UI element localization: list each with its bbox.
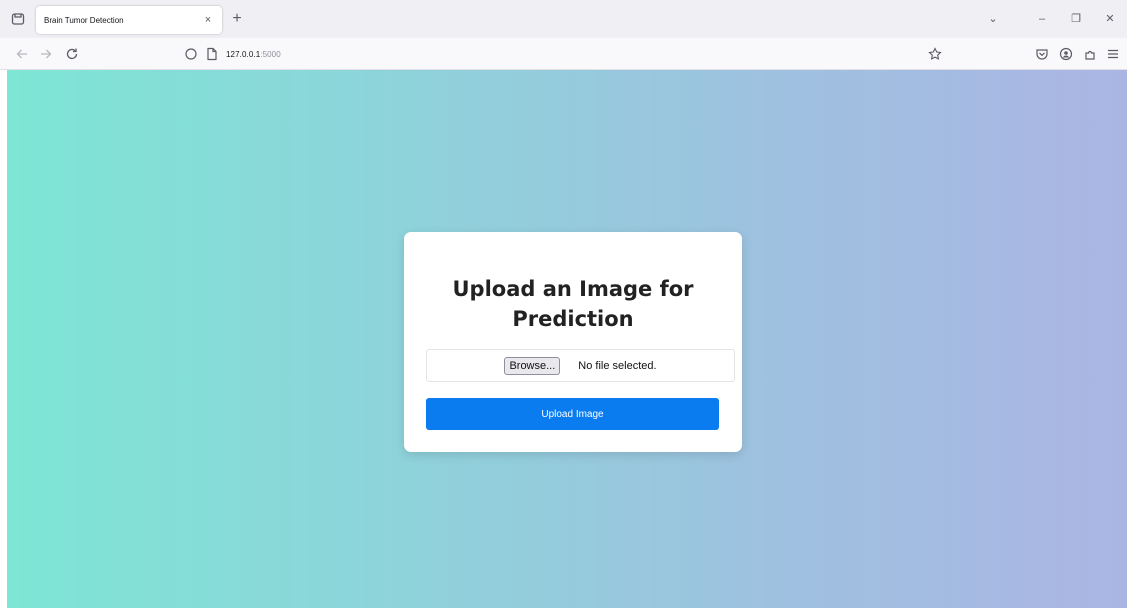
- list-all-tabs-icon[interactable]: ⌄: [985, 11, 1001, 27]
- url-text[interactable]: 127.0.0.1:5000: [226, 50, 281, 59]
- page-viewport: Upload an Image for Prediction Browse...…: [7, 70, 1127, 608]
- extensions-icon[interactable]: [1082, 46, 1098, 62]
- hamburger-menu-icon[interactable]: [1105, 46, 1121, 62]
- file-status-text: No file selected.: [578, 359, 657, 372]
- navigation-toolbar: 127.0.0.1:5000: [0, 38, 1127, 70]
- account-icon[interactable]: [1058, 46, 1074, 62]
- upload-image-button[interactable]: Upload Image: [426, 398, 719, 430]
- restore-icon[interactable]: ❐: [1068, 11, 1084, 27]
- page-title: Upload an Image for Prediction: [452, 277, 694, 331]
- shield-icon[interactable]: [184, 47, 198, 61]
- browse-button[interactable]: Browse...: [504, 356, 561, 375]
- browser-chrome: Brain Tumor Detection × + ⌄ – ❐ ✕ 127.0.…: [0, 0, 1127, 70]
- tab-strip: Brain Tumor Detection × + ⌄ – ❐ ✕: [0, 0, 1127, 38]
- pocket-icon[interactable]: [1034, 46, 1050, 62]
- close-tab-icon[interactable]: ×: [202, 14, 214, 26]
- tab-title: Brain Tumor Detection: [44, 15, 124, 25]
- window-close-icon[interactable]: ✕: [1102, 11, 1118, 27]
- url-host: 127.0.0.1: [226, 49, 261, 59]
- page-icon[interactable]: [206, 47, 218, 61]
- url-port: :5000: [260, 49, 281, 59]
- reload-icon[interactable]: [64, 46, 80, 62]
- back-arrow-icon[interactable]: [14, 46, 30, 62]
- upload-card: Upload an Image for Prediction Browse...…: [404, 232, 742, 452]
- url-bar[interactable]: 127.0.0.1:5000: [178, 42, 950, 66]
- file-input[interactable]: Browse... No file selected.: [426, 349, 735, 382]
- tab-brain-tumor-detection[interactable]: Brain Tumor Detection ×: [36, 6, 222, 34]
- new-tab-icon[interactable]: +: [230, 11, 244, 27]
- star-icon[interactable]: [928, 47, 942, 61]
- minimize-icon[interactable]: –: [1034, 11, 1050, 27]
- firefox-view-icon[interactable]: [10, 11, 26, 27]
- forward-arrow-icon[interactable]: [38, 46, 54, 62]
